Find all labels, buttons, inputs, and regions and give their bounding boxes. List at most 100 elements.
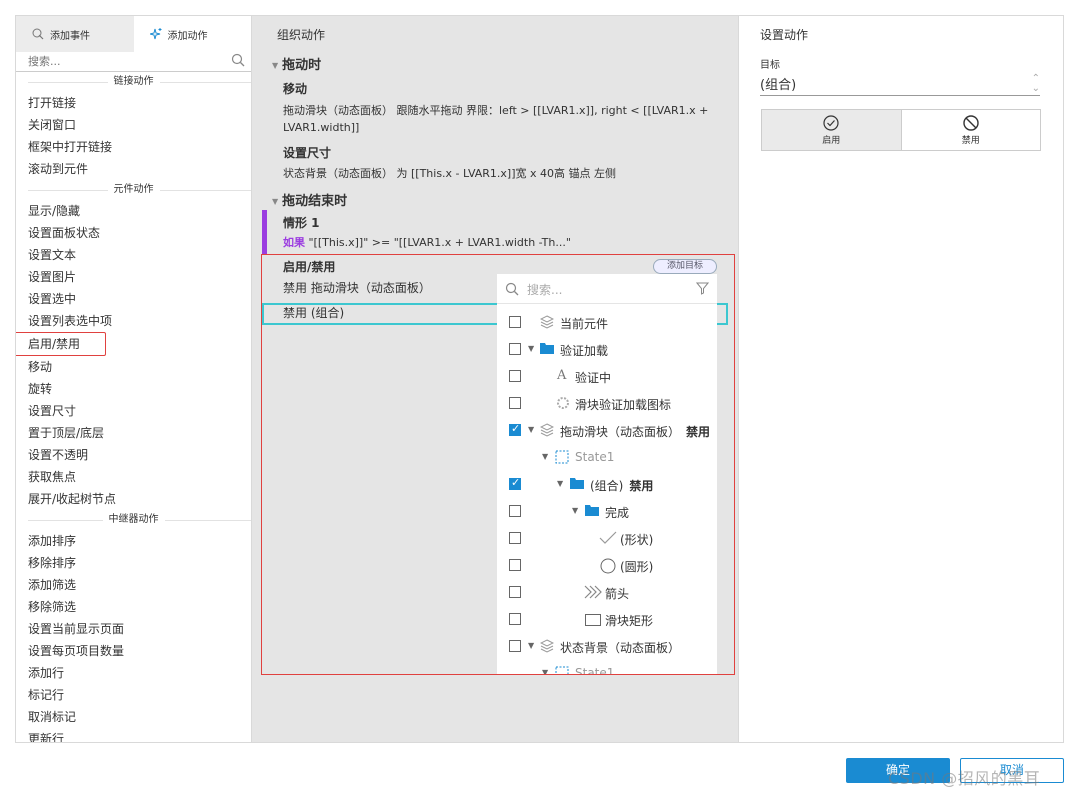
folder-icon: [585, 505, 599, 516]
check-circle-icon: [823, 114, 839, 131]
dropdown-search[interactable]: 搜索...: [497, 274, 717, 304]
collapse-triangle-icon[interactable]: ▼: [272, 197, 278, 206]
action-dialog: 添加事件 添加动作 链接动作 打开链接 关闭窗口 框架中打开链接 滚动到元件 元…: [15, 15, 1064, 743]
action-set-current-page[interactable]: 设置当前显示页面: [16, 618, 251, 640]
search-icon[interactable]: [231, 53, 245, 67]
tree-row-verify-loading[interactable]: ▼ 验证加载: [497, 336, 717, 363]
tree-checkbox[interactable]: [509, 316, 521, 328]
disable-action-2[interactable]: 禁用 (组合): [283, 305, 344, 322]
config-action-panel: 设置动作 目标 (组合) ⌃ ⌄ 启用 禁用: [740, 16, 1063, 742]
case-condition[interactable]: 如果 "[[This.x]]" >= "[[LVAR1.x + LVAR1.wi…: [283, 234, 571, 250]
action-set-image[interactable]: 设置图片: [16, 266, 251, 288]
disable-option[interactable]: 禁用: [900, 110, 1041, 150]
action-remove-filter[interactable]: 移除筛选: [16, 596, 251, 618]
tab-add-action[interactable]: 添加动作: [133, 16, 251, 52]
action-size-title[interactable]: 设置尺寸: [283, 144, 331, 161]
action-bring-front-back[interactable]: 置于顶层/底层: [16, 422, 251, 444]
event-drag-end[interactable]: ▼ 拖动结束时: [272, 190, 347, 209]
tree-row-state1-bg[interactable]: ▼ State1: [497, 660, 717, 674]
action-set-items-per-page[interactable]: 设置每页项目数量: [16, 640, 251, 662]
expand-triangle-icon[interactable]: ▼: [528, 425, 534, 434]
tree-checkbox[interactable]: [509, 613, 521, 625]
circle-icon: [600, 558, 616, 574]
tree-row-circle[interactable]: (圆形): [497, 552, 717, 579]
action-move-title[interactable]: 移动: [283, 80, 307, 97]
action-open-in-frame[interactable]: 框架中打开链接: [16, 136, 251, 158]
action-scroll-to-widget[interactable]: 滚动到元件: [16, 158, 251, 180]
tree-row-slider-rect[interactable]: 滑块矩形: [497, 606, 717, 633]
action-add-filter[interactable]: 添加筛选: [16, 574, 251, 596]
spinner-icon: [557, 397, 569, 409]
action-set-text[interactable]: 设置文本: [16, 244, 251, 266]
expand-triangle-icon[interactable]: ▼: [528, 344, 534, 353]
disable-action-1[interactable]: 禁用 拖动滑块（动态面板）: [283, 280, 431, 297]
action-enable-disable[interactable]: 启用/禁用: [16, 332, 106, 356]
action-mark-row[interactable]: 标记行: [16, 684, 251, 706]
text-icon: A: [557, 368, 567, 383]
action-move[interactable]: 移动: [16, 356, 251, 378]
action-remove-sort[interactable]: 移除排序: [16, 552, 251, 574]
action-update-row[interactable]: 更新行: [16, 728, 251, 742]
action-set-opacity[interactable]: 设置不透明: [16, 444, 251, 466]
tree-row-state-bg[interactable]: ▼ 状态背景（动态面板）: [497, 633, 717, 660]
expand-triangle-icon[interactable]: ▼: [542, 668, 548, 674]
tree-row-state1[interactable]: ▼ State1: [497, 444, 717, 471]
tab-add-event[interactable]: 添加事件: [16, 16, 134, 52]
tree-row-group[interactable]: ▼ (组合)禁用: [497, 471, 717, 498]
tree-checkbox[interactable]: [509, 640, 521, 652]
tree-checkbox-checked[interactable]: [509, 422, 521, 436]
tree-row-arrows[interactable]: 箭头: [497, 579, 717, 606]
collapse-triangle-icon[interactable]: ▼: [272, 61, 278, 70]
tree-row-verifying[interactable]: A 验证中: [497, 363, 717, 390]
action-move-desc[interactable]: 拖动滑块（动态面板） 跟随水平拖动 界限：left > [[LVAR1.x]],…: [283, 102, 708, 136]
tree-row-complete[interactable]: ▼ 完成: [497, 498, 717, 525]
expand-triangle-icon[interactable]: ▼: [557, 479, 563, 488]
expand-triangle-icon[interactable]: ▼: [572, 506, 578, 515]
expand-triangle-icon[interactable]: ▼: [542, 452, 548, 461]
action-expand-collapse-tree[interactable]: 展开/收起树节点: [16, 488, 251, 510]
action-open-link[interactable]: 打开链接: [16, 92, 251, 114]
enable-option[interactable]: 启用: [762, 110, 901, 150]
action-add-row[interactable]: 添加行: [16, 662, 251, 684]
add-target-button[interactable]: 添加目标: [653, 259, 717, 274]
action-search-input[interactable]: [28, 52, 218, 70]
tree-checkbox[interactable]: [509, 343, 521, 355]
action-set-size[interactable]: 设置尺寸: [16, 400, 251, 422]
tree-checkbox[interactable]: [509, 505, 521, 517]
action-add-sort[interactable]: 添加排序: [16, 530, 251, 552]
state-icon: [555, 666, 569, 674]
filter-icon[interactable]: [696, 282, 709, 295]
action-unmark-row[interactable]: 取消标记: [16, 706, 251, 728]
folder-icon: [570, 478, 584, 489]
tree-checkbox[interactable]: [509, 559, 521, 571]
tree-checkbox[interactable]: [509, 370, 521, 382]
layers-icon: [540, 315, 554, 329]
action-show-hide[interactable]: 显示/隐藏: [16, 200, 251, 222]
case-title[interactable]: 情形 1: [283, 214, 320, 231]
tree-checkbox-checked[interactable]: [509, 476, 521, 490]
target-label: 目标: [760, 60, 780, 71]
action-set-panel-state[interactable]: 设置面板状态: [16, 222, 251, 244]
action-focus[interactable]: 获取焦点: [16, 466, 251, 488]
target-select[interactable]: (组合) ⌃ ⌄: [760, 74, 1040, 96]
tree-row-shape[interactable]: (形状): [497, 525, 717, 552]
tree-checkbox[interactable]: [509, 397, 521, 409]
event-icon: [32, 28, 44, 40]
tree-checkbox[interactable]: [509, 532, 521, 544]
check-shape-icon: [599, 531, 617, 544]
tree-checkbox[interactable]: [509, 586, 521, 598]
tree-row-loading-icon[interactable]: 滑块验证加载图标: [497, 390, 717, 417]
sparkle-icon: [149, 28, 161, 40]
enable-disable-title[interactable]: 启用/禁用: [283, 258, 335, 275]
target-select-value: (组合): [760, 78, 797, 93]
updown-arrow-icon: ⌃ ⌄: [1031, 73, 1040, 94]
tree-row-drag-slider[interactable]: ▼ 拖动滑块（动态面板）禁用: [497, 417, 717, 444]
action-rotate[interactable]: 旋转: [16, 378, 251, 400]
action-set-selected[interactable]: 设置选中: [16, 288, 251, 310]
action-set-list-selection[interactable]: 设置列表选中项: [16, 310, 251, 332]
action-close-window[interactable]: 关闭窗口: [16, 114, 251, 136]
tree-row-current-widget[interactable]: 当前元件: [497, 309, 717, 336]
event-drag[interactable]: ▼ 拖动时: [272, 54, 321, 73]
expand-triangle-icon[interactable]: ▼: [528, 641, 534, 650]
action-size-desc[interactable]: 状态背景（动态面板） 为 [[This.x - LVAR1.x]]宽 x 40高…: [283, 165, 616, 182]
